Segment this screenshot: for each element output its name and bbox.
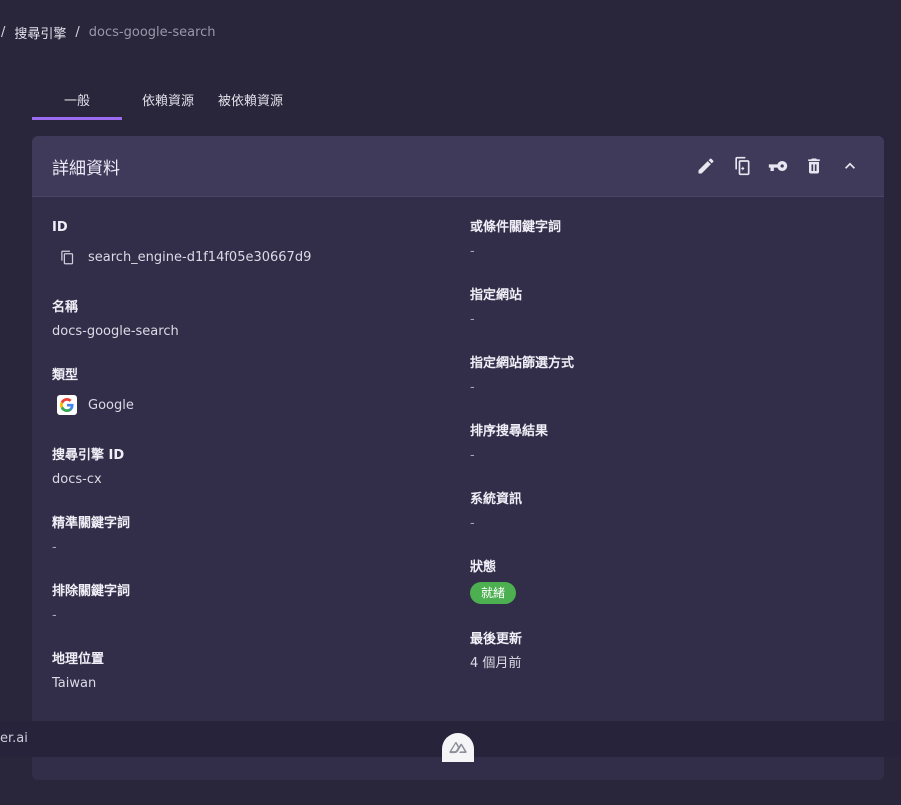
field-id: ID search_engine-d1f14f05e30667d9: [52, 218, 452, 298]
field-value: Google: [88, 397, 134, 413]
breadcrumb-current: docs-google-search: [88, 24, 216, 40]
field-site-filter: 指定網站篩選方式 -: [470, 354, 870, 422]
field-value: -: [52, 608, 57, 623]
breadcrumb-separator: /: [75, 24, 80, 40]
field-label: 地理位置: [52, 652, 105, 667]
tab-bar: 一般 依賴資源 被依賴資源: [32, 78, 303, 120]
field-label: 名稱: [52, 300, 79, 315]
field-label: 精準關鍵字詞: [52, 516, 131, 531]
collapse-button[interactable]: [832, 148, 868, 184]
breadcrumb: / 搜尋引擎 / docs-google-search: [0, 23, 216, 42]
field-location: 地理位置 Taiwan: [52, 650, 452, 718]
field-exact-keywords: 精準關鍵字詞 -: [52, 514, 452, 582]
field-value: search_engine-d1f14f05e30667d9: [88, 249, 312, 265]
field-label: 搜尋引擎 ID: [52, 448, 125, 463]
field-last-updated: 最後更新 4 個月前: [470, 630, 870, 698]
field-label: 指定網站篩選方式: [470, 356, 575, 371]
field-label: 類型: [52, 368, 79, 383]
tab-general[interactable]: 一般: [32, 78, 122, 120]
field-value: docs-cx: [52, 472, 102, 487]
breadcrumb-separator: /: [1, 24, 6, 40]
field-value: -: [52, 540, 57, 555]
field-site: 指定網站 -: [470, 286, 870, 354]
details-left-column: ID search_engine-d1f14f05e30667d9 名稱 doc…: [52, 218, 452, 718]
details-right-column: 或條件關鍵字詞 - 指定網站 - 指定網站篩選方式 - 排序搜尋結果 - 系統資…: [470, 218, 870, 698]
footer-text: er.ai: [0, 731, 28, 746]
duplicate-button[interactable]: [724, 148, 760, 184]
field-engine-id: 搜尋引擎 ID docs-cx: [52, 446, 452, 514]
tab-dependents[interactable]: 被依賴資源: [214, 78, 303, 120]
field-label: 排序搜尋結果: [470, 424, 549, 439]
field-label: 狀態: [470, 560, 497, 575]
breadcrumb-search-engines[interactable]: 搜尋引擎: [14, 23, 66, 42]
field-exclude-keywords: 排除關鍵字詞 -: [52, 582, 452, 650]
field-value: docs-google-search: [52, 324, 179, 339]
duplicate-icon: [735, 156, 750, 176]
nuxt-logo-icon: [449, 741, 467, 753]
edit-icon: [698, 158, 714, 174]
field-sort: 排序搜尋結果 -: [470, 422, 870, 490]
chevron-up-icon: [845, 162, 855, 169]
field-value: -: [470, 244, 475, 259]
key-icon: [768, 161, 788, 171]
card-header: 詳細資料: [32, 136, 884, 197]
field-value: Taiwan: [52, 676, 97, 691]
status-badge: 就緒: [470, 582, 517, 604]
card-title: 詳細資料: [52, 158, 120, 179]
field-status: 狀態 就緒: [470, 558, 870, 630]
field-value: -: [470, 516, 475, 531]
field-value: -: [470, 448, 475, 463]
delete-icon: [808, 158, 820, 174]
nuxt-devtools-button[interactable]: [442, 733, 474, 762]
delete-button[interactable]: [796, 148, 832, 184]
edit-button[interactable]: [688, 148, 724, 184]
field-value: 4 個月前: [470, 656, 522, 671]
copy-icon[interactable]: [56, 246, 78, 268]
card-actions: [688, 148, 868, 184]
field-label: 或條件關鍵字詞: [470, 220, 562, 235]
field-label: 指定網站: [470, 288, 523, 303]
details-card: 詳細資料 ID search_engine-d1f14f05e30667d9 名…: [32, 136, 884, 780]
field-label: ID: [52, 220, 68, 235]
field-label: 排除關鍵字詞: [52, 584, 131, 599]
field-type: 類型 Google: [52, 366, 452, 446]
field-or-keywords: 或條件關鍵字詞 -: [470, 218, 870, 286]
field-value: -: [470, 312, 475, 327]
field-name: 名稱 docs-google-search: [52, 298, 452, 366]
google-logo-icon: [57, 395, 77, 415]
field-label: 系統資訊: [470, 492, 523, 507]
credentials-button[interactable]: [760, 148, 796, 184]
field-system-info: 系統資訊 -: [470, 490, 870, 558]
field-value: -: [470, 380, 475, 395]
field-label: 最後更新: [470, 632, 523, 647]
tab-dependencies[interactable]: 依賴資源: [122, 78, 214, 120]
